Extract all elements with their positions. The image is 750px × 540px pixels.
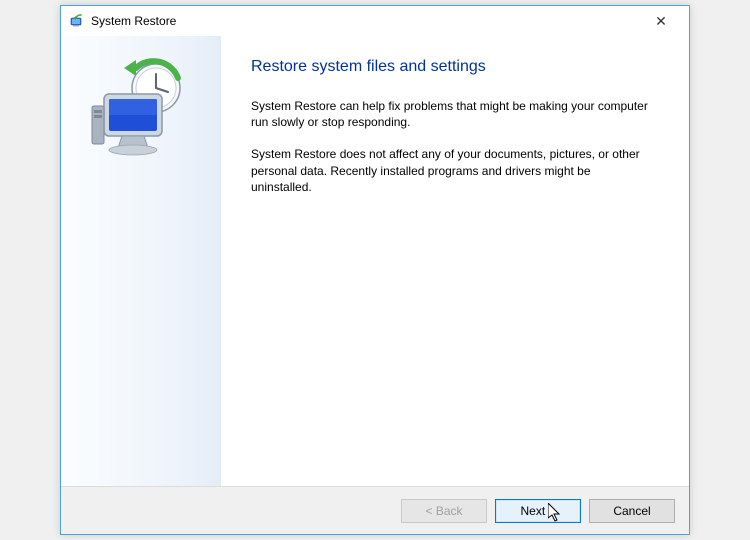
restore-illustration-icon — [86, 54, 196, 486]
cancel-button[interactable]: Cancel — [589, 499, 675, 523]
wizard-body: Restore system files and settings System… — [61, 36, 689, 486]
sidebar — [61, 36, 221, 486]
next-button[interactable]: Next > — [495, 499, 581, 523]
main-content: Restore system files and settings System… — [221, 36, 689, 486]
back-button: < Back — [401, 499, 487, 523]
window-title: System Restore — [91, 14, 641, 28]
system-restore-window: System Restore ✕ — [60, 5, 690, 535]
wizard-footer: < Back Next > Cancel — [61, 486, 689, 534]
description-paragraph-2: System Restore does not affect any of yo… — [251, 146, 651, 195]
description-paragraph-1: System Restore can help fix problems tha… — [251, 98, 651, 130]
system-restore-icon — [69, 13, 85, 29]
close-button[interactable]: ✕ — [641, 7, 681, 35]
titlebar: System Restore ✕ — [61, 6, 689, 36]
page-heading: Restore system files and settings — [251, 58, 661, 76]
